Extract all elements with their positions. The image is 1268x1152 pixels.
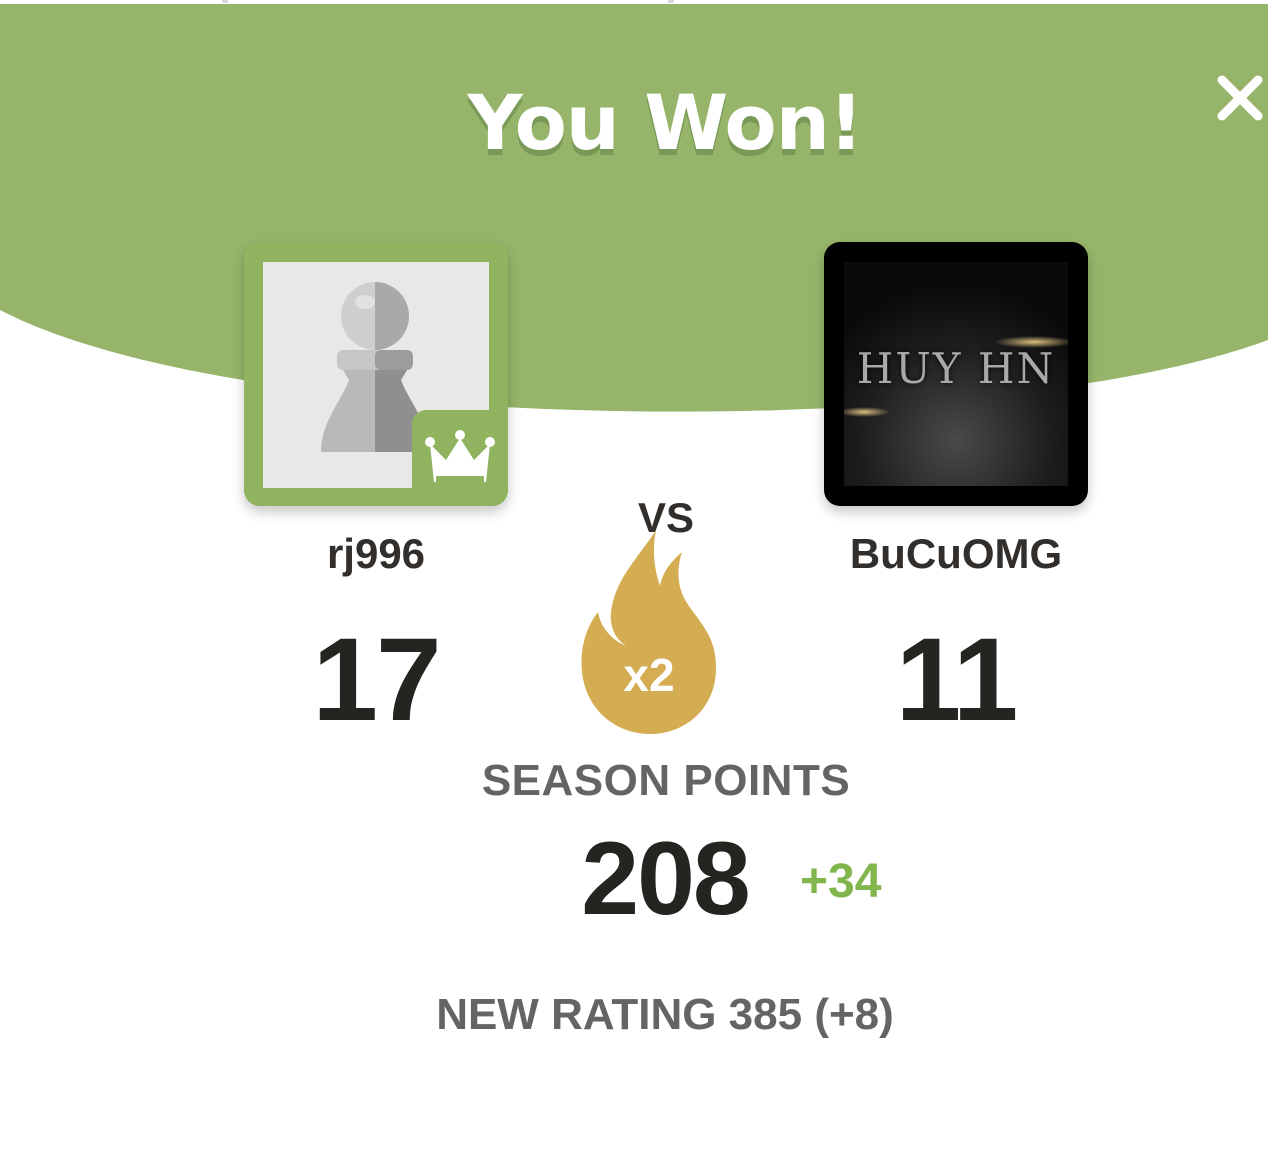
close-icon: [1217, 75, 1263, 121]
player-avatar-opponent[interactable]: HUY HN: [824, 242, 1088, 506]
avatar-image: HUY HN: [844, 262, 1068, 486]
season-points-label: SEASON POINTS: [481, 756, 851, 805]
new-rating: NEW RATING 385 (+8): [436, 990, 894, 1039]
winner-badge: [412, 410, 508, 506]
season-points-delta: +34: [800, 855, 882, 908]
username-me[interactable]: rj996: [196, 530, 556, 578]
username-opponent[interactable]: BuCuOMG: [776, 530, 1136, 578]
modal-title: You Won!: [467, 78, 864, 167]
score-opponent: 11: [895, 614, 1019, 746]
season-points-value: 208: [581, 821, 751, 937]
score-me: 17: [312, 614, 441, 746]
multiplier-label: x2: [623, 649, 675, 701]
close-button[interactable]: [1212, 70, 1268, 126]
crown-icon: [425, 430, 495, 482]
player-avatar-me[interactable]: [244, 242, 508, 506]
avatar-logo-text: HUY HN: [856, 344, 1056, 393]
flame-icon: [581, 530, 716, 734]
